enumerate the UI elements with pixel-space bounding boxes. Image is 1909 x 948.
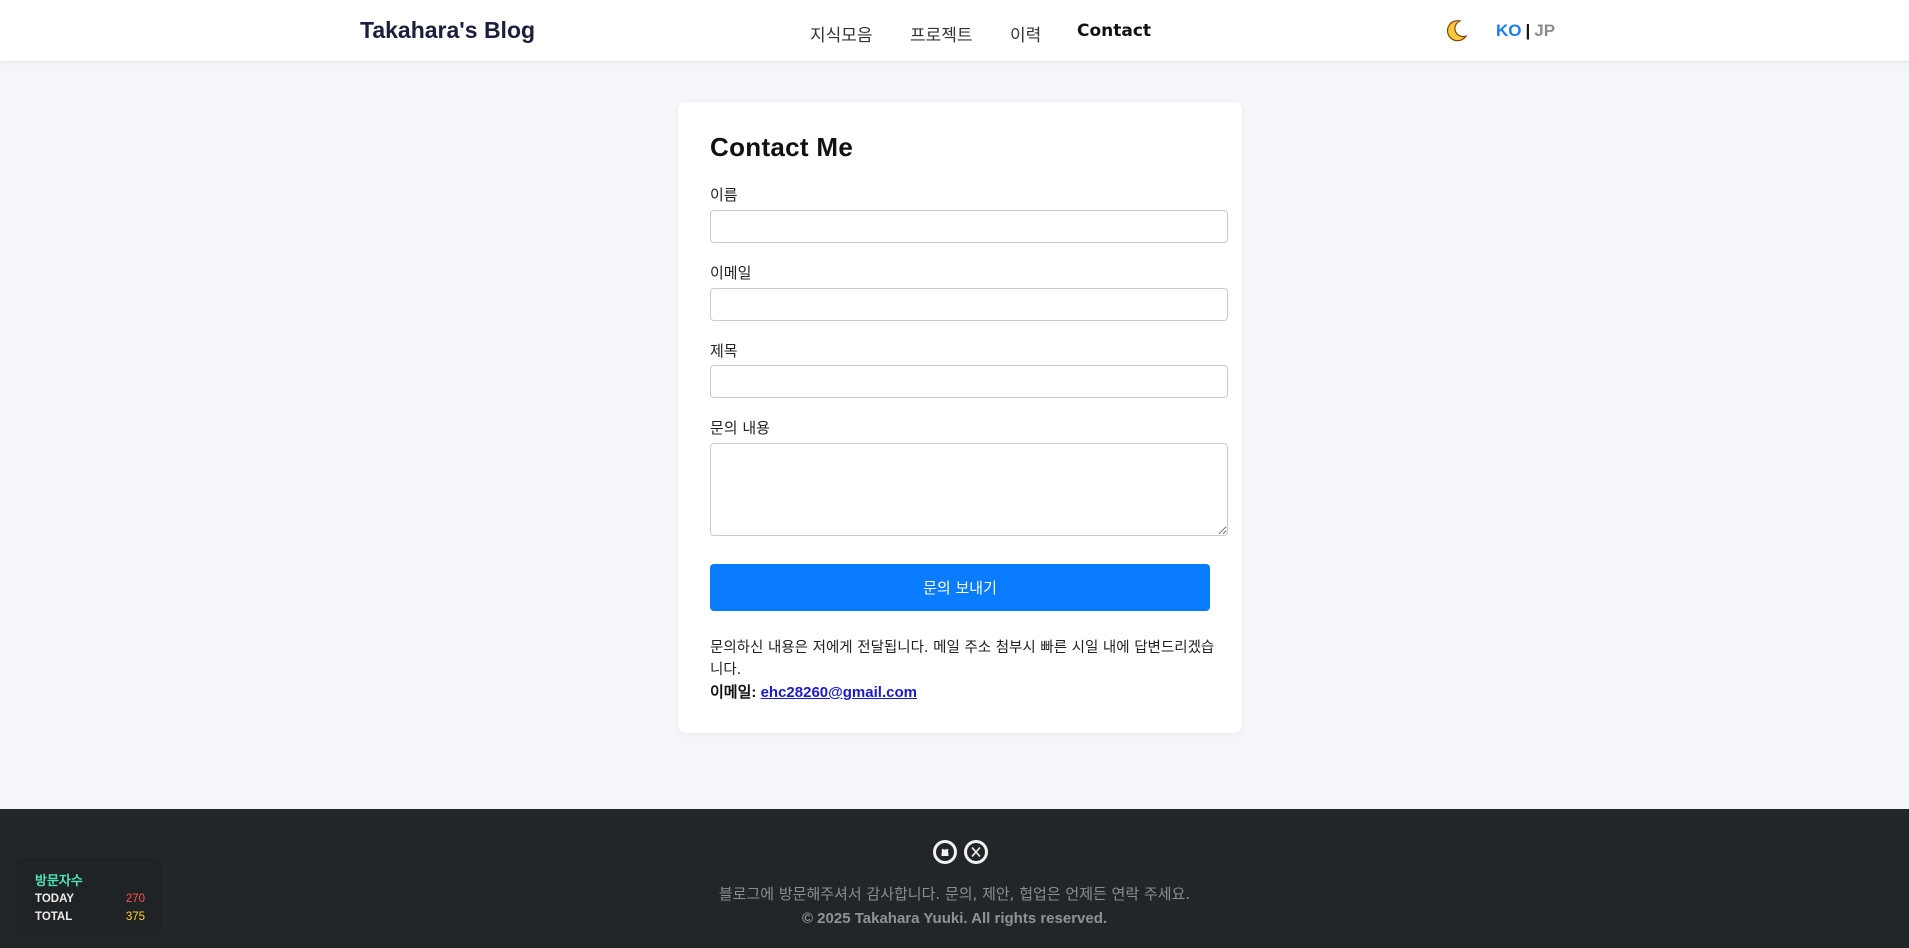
language-switcher: KO | JP (1496, 21, 1555, 41)
github-icon[interactable] (933, 840, 957, 864)
name-label: 이름 (710, 186, 738, 204)
copyright: © 2025 Takahara Yuuki. All rights reserv… (801, 910, 1108, 927)
nav-knowledge[interactable]: 지식모음 (810, 21, 873, 46)
subject-label: 제목 (710, 342, 738, 360)
visitor-counter: 방문자수 TODAY 270 TOTAL 375 (18, 860, 160, 934)
footer-message: 블로그에 방문해주셔서 감사합니다. 문의, 제안, 협업은 언제든 연락 주세… (718, 885, 1191, 903)
today-label: TODAY (35, 893, 74, 905)
contact-card: Contact Me 이름 이메일 제목 문의 내용 문의 보내기 문의하신 내… (678, 102, 1242, 733)
nav-contact[interactable]: Contact (1077, 21, 1151, 41)
contact-email: 이메일: ehc28260@gmail.com (710, 681, 917, 702)
total-label: TOTAL (35, 911, 73, 923)
visitor-total-row: TOTAL 375 (35, 911, 145, 923)
lang-jp[interactable]: JP (1534, 21, 1555, 40)
visitor-today-row: TODAY 270 (35, 893, 145, 905)
submit-button[interactable]: 문의 보내기 (710, 564, 1210, 611)
social-links (933, 840, 988, 864)
nav-history[interactable]: 이력 (1010, 21, 1041, 46)
today-value: 270 (125, 893, 145, 905)
name-field[interactable] (710, 210, 1228, 243)
lang-separator: | (1525, 21, 1531, 40)
visitor-title: 방문자수 (35, 873, 83, 888)
total-value: 375 (125, 911, 145, 923)
email-prefix: 이메일: (710, 684, 757, 701)
subject-field[interactable] (710, 365, 1228, 398)
email-link[interactable]: ehc28260@gmail.com (761, 684, 917, 701)
email-field[interactable] (710, 288, 1228, 321)
lang-ko[interactable]: KO (1496, 21, 1522, 40)
moon-icon[interactable] (1443, 18, 1469, 44)
message-label: 문의 내용 (710, 419, 770, 437)
message-field[interactable] (710, 443, 1228, 536)
site-header: Takahara's Blog 지식모음 프로젝트 이력 Contact KO |… (0, 0, 1909, 62)
site-footer: 블로그에 방문해주셔서 감사합니다. 문의, 제안, 협업은 언제든 연락 주세… (0, 809, 1909, 948)
nav-projects[interactable]: 프로젝트 (910, 21, 973, 46)
email-label: 이메일 (710, 264, 752, 282)
x-icon[interactable] (964, 840, 988, 864)
contact-note: 문의하신 내용은 저에게 전달됩니다. 메일 주소 첨부시 빠른 시일 내에 답… (710, 640, 1215, 678)
page-title: Contact Me (710, 132, 854, 162)
site-brand[interactable]: Takahara's Blog (360, 17, 535, 44)
